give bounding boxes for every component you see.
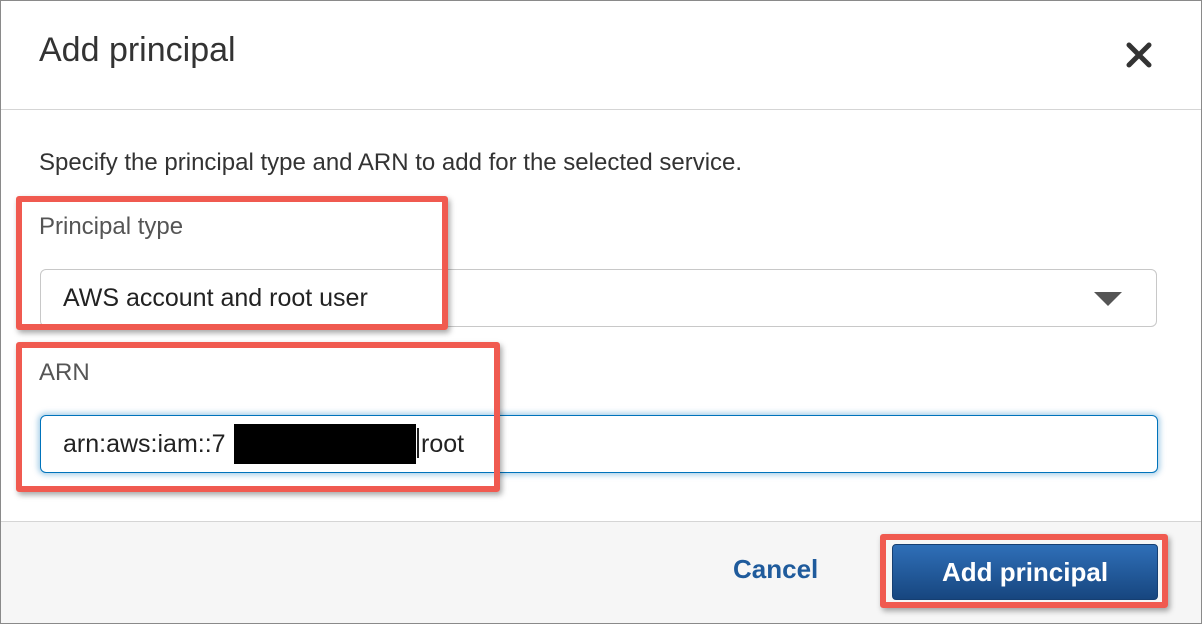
arn-value-prefix: arn:aws:iam::7 [63,430,226,458]
principal-type-value: AWS account and root user [63,284,368,312]
close-button[interactable] [1121,37,1157,73]
arn-label: ARN [39,359,90,386]
add-principal-dialog: Add principal Specify the principal type… [0,0,1202,624]
principal-type-select[interactable]: AWS account and root user [40,269,1157,327]
close-icon [1121,37,1157,73]
principal-type-label: Principal type [39,213,184,240]
chevron-down-icon [1094,292,1122,306]
arn-input[interactable]: arn:aws:iam::7 root [40,415,1158,473]
redaction-block [234,424,416,464]
text-cursor [417,428,419,458]
add-principal-button[interactable]: Add principal [892,544,1158,600]
dialog-title: Add principal [39,31,236,69]
cancel-button[interactable]: Cancel [733,554,818,585]
dialog-description: Specify the principal type and ARN to ad… [39,149,743,176]
arn-value-suffix: root [421,430,465,458]
dialog-header: Add principal [1,1,1201,110]
